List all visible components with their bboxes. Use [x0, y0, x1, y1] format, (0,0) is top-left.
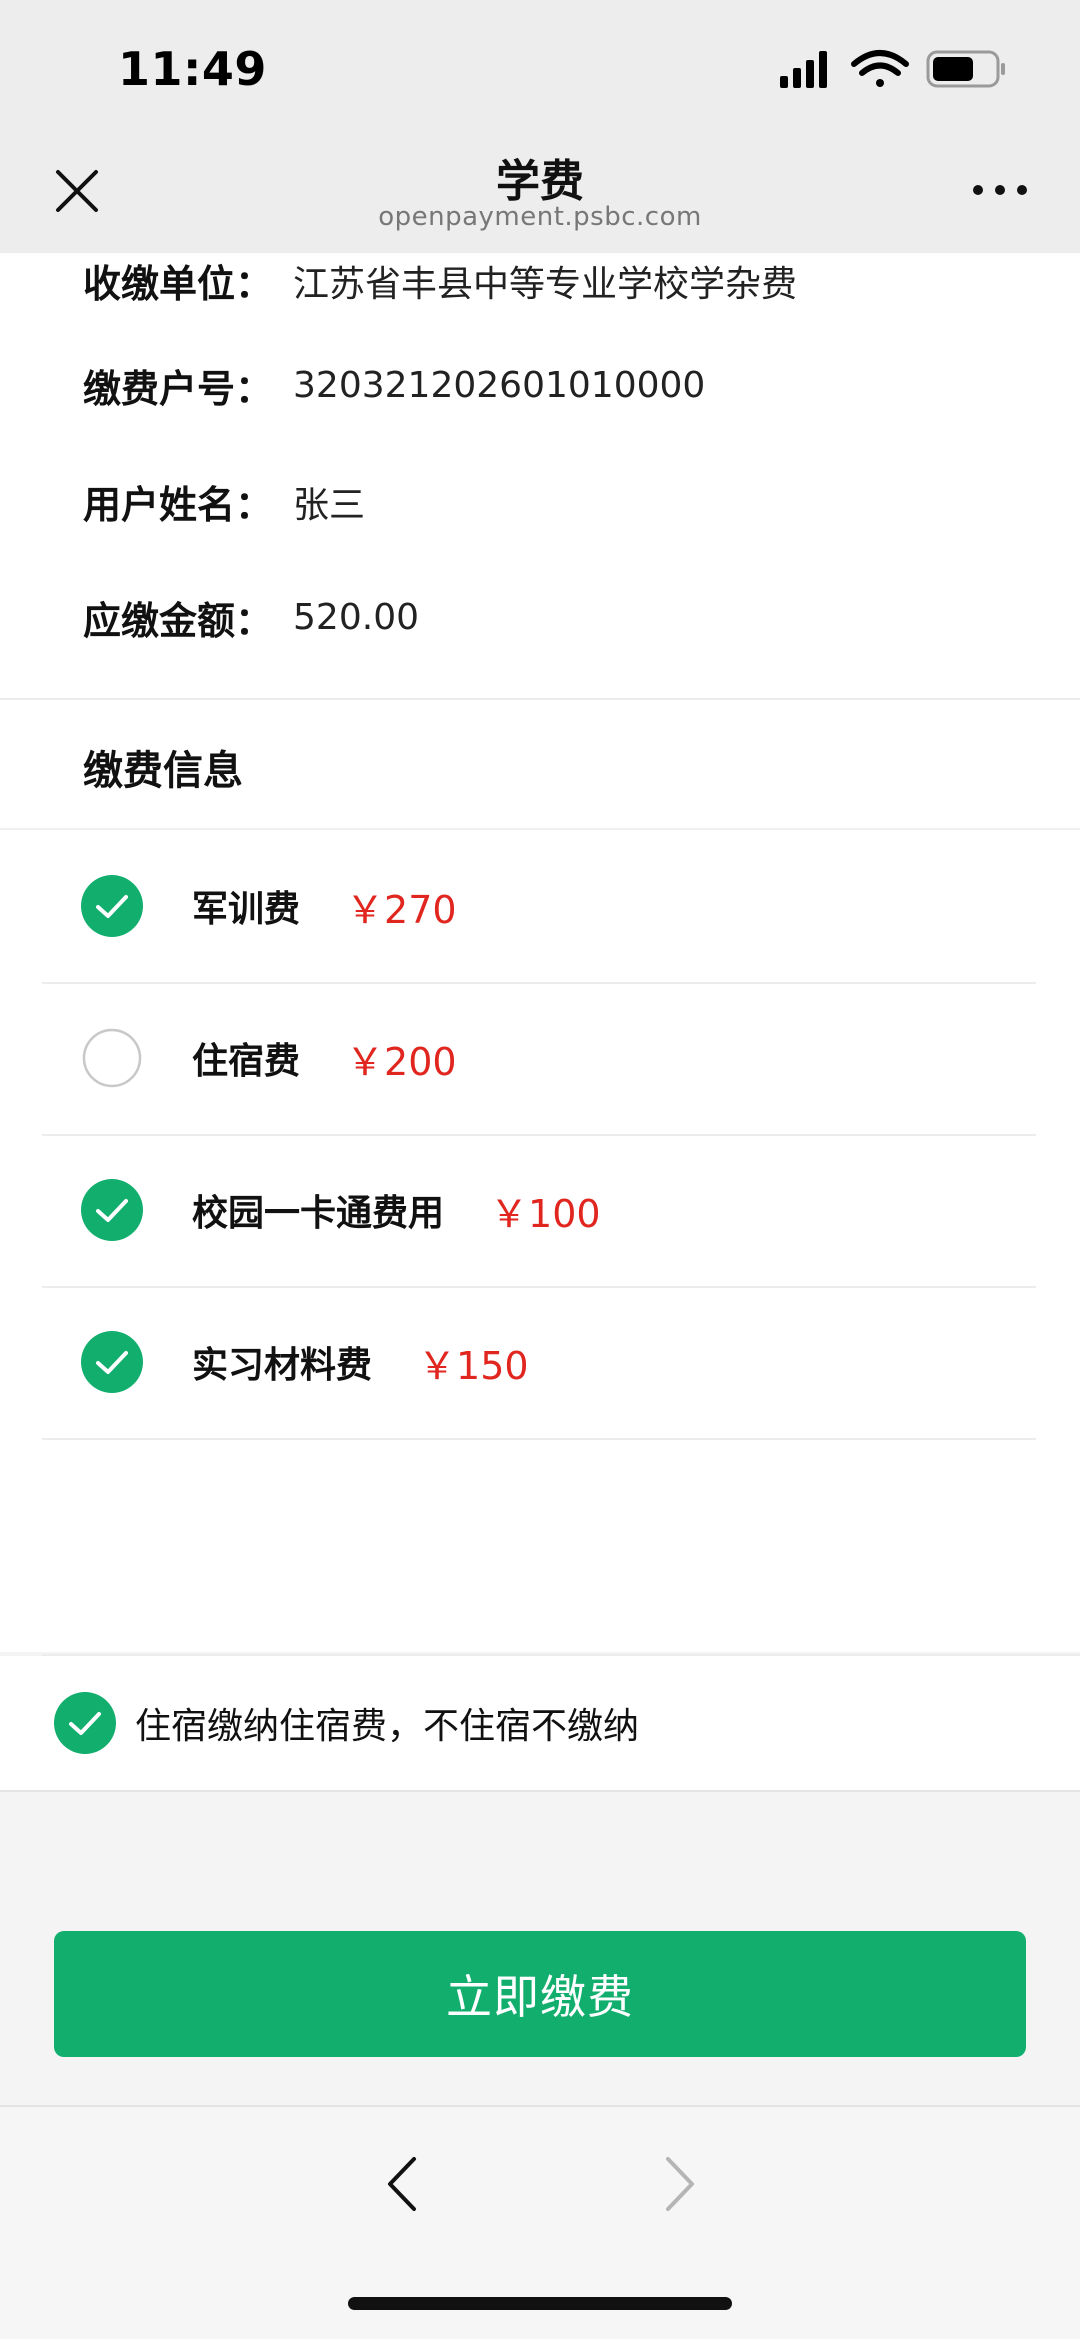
fee-item[interactable]: 实习材料费 ￥150 [42, 1286, 1036, 1440]
checked-circle-icon[interactable] [80, 874, 144, 938]
fee-section-title: 缴费信息 [83, 748, 243, 794]
battery-icon [926, 50, 1005, 88]
info-label: 收缴单位 [83, 262, 236, 306]
checked-circle-icon[interactable] [80, 1330, 144, 1394]
info-label: 应缴金额 [83, 599, 236, 643]
fee-price: ￥270 [346, 887, 457, 932]
more-icon[interactable] [972, 180, 1028, 200]
top-bar: 11:49 学费 openpayment.psbc.com [0, 0, 1080, 253]
info-colon: ： [235, 483, 274, 527]
fee-price: ￥150 [418, 1343, 529, 1388]
page-url: openpayment.psbc.com [378, 202, 702, 232]
chevron-right-icon[interactable] [656, 2149, 706, 2219]
fee-name: 实习材料费 [192, 1345, 373, 1386]
info-colon: ： [235, 599, 274, 643]
unchecked-circle-icon[interactable] [80, 1026, 144, 1090]
payment-info-card: 收缴单位 ： 江苏省丰县中等专业学校学杂费 缴费户号 ： 32032120260… [0, 253, 1080, 700]
fee-item[interactable]: 校园一卡通费用 ￥100 [42, 1134, 1036, 1288]
info-row-username: 用户姓名 ： 张三 [83, 474, 365, 529]
page-title: 学费 [496, 156, 584, 207]
fee-item[interactable]: 军训费 ￥270 [42, 830, 1036, 984]
info-value: 张三 [293, 484, 366, 526]
status-time: 11:49 [118, 42, 267, 96]
fee-price: ￥200 [346, 1039, 457, 1084]
wifi-icon [851, 50, 909, 87]
fee-name: 军训费 [192, 889, 301, 930]
checked-circle-icon[interactable] [53, 1691, 117, 1755]
info-row-payee: 收缴单位 ： 江苏省丰县中等专业学校学杂费 [83, 253, 797, 308]
fee-price: ￥100 [490, 1191, 601, 1236]
accommodation-note[interactable]: 住宿缴纳住宿费，不住宿不缴纳 [0, 1656, 1080, 1792]
note-text: 住宿缴纳住宿费，不住宿不缴纳 [135, 1706, 640, 1747]
info-row-amount: 应缴金额 ： 520.00 [83, 590, 419, 645]
signal-icon [780, 51, 827, 88]
home-indicator [348, 2297, 732, 2310]
info-label: 用户姓名 [83, 483, 236, 527]
info-value: 520.00 [293, 597, 419, 638]
info-value: 320321202601010000 [293, 365, 706, 406]
info-colon: ： [235, 367, 274, 411]
info-label: 缴费户号 [83, 367, 236, 411]
info-colon: ： [235, 262, 274, 306]
fee-item[interactable]: 住宿费 ￥200 [42, 982, 1036, 1136]
fee-name: 校园一卡通费用 [192, 1193, 445, 1234]
status-icons [780, 50, 1005, 88]
fee-name: 住宿费 [192, 1041, 301, 1082]
pay-now-button[interactable]: 立即缴费 [54, 1931, 1026, 2057]
checked-circle-icon[interactable] [80, 1178, 144, 1242]
info-value: 江苏省丰县中等专业学校学杂费 [293, 263, 798, 305]
fee-section: 缴费信息 军训费 ￥270 住宿费 ￥200 校园一卡通费用 ￥100 实习材料… [0, 700, 1080, 1656]
chevron-left-icon[interactable] [376, 2149, 426, 2219]
info-row-account: 缴费户号 ： 320321202601010000 [83, 358, 705, 413]
